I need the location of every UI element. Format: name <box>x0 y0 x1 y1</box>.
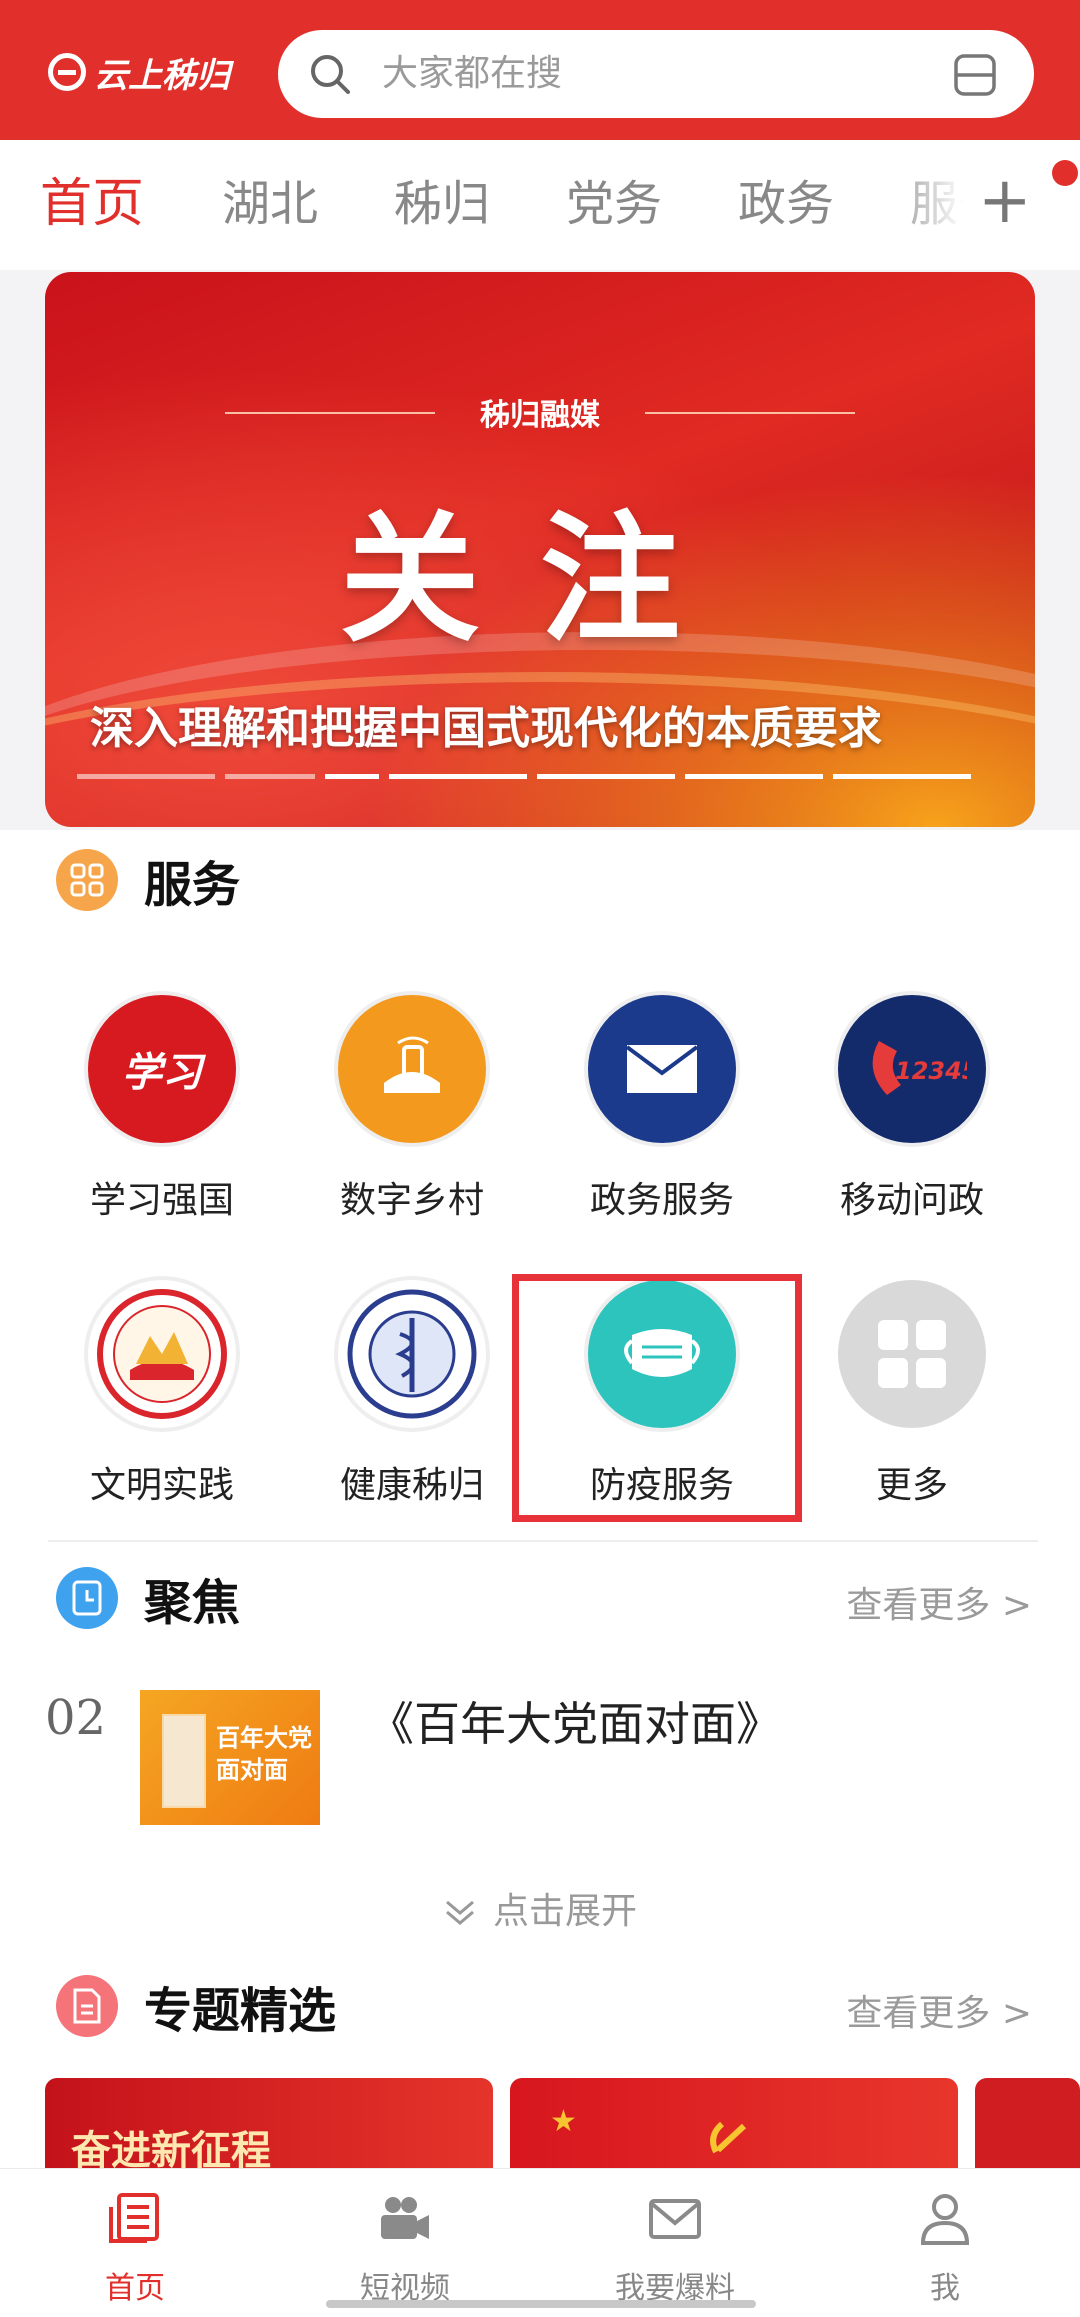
health-emblem-icon <box>338 1280 486 1428</box>
topic-card-title: 奋进新征程 <box>71 2127 271 2168</box>
service-health[interactable]: 健康秭归 <box>312 1280 512 1508</box>
item-rank: 02 <box>45 1690 107 1746</box>
expand-label: 点击展开 <box>492 1891 637 1932</box>
service-civilization[interactable]: 文明实践 <box>62 1280 262 1508</box>
search-icon <box>311 55 350 94</box>
service-label: 政务服务 <box>589 1180 734 1221</box>
channel-tabs: 首页 湖北 秭归 党务 政务 服务 + <box>0 140 1080 270</box>
carousel-dot[interactable] <box>225 774 315 779</box>
carousel-indicators <box>77 774 971 779</box>
double-chevron-down-icon <box>446 1900 474 1925</box>
nav-report[interactable]: 我要爆料 <box>575 2191 775 2307</box>
nav-label: 我 <box>930 2271 960 2306</box>
carousel-dot[interactable] <box>389 774 527 779</box>
bottom-navigation: 首页 短视频 我要爆料 我 <box>0 2168 1080 2317</box>
party-emblem-icon <box>710 2121 747 2154</box>
carousel-dot[interactable] <box>325 774 379 779</box>
nav-label: 首页 <box>105 2271 165 2306</box>
document-icon <box>56 1975 118 2037</box>
topics-title: 专题精选 <box>144 1983 337 2039</box>
search-bar[interactable]: 大家都在搜 <box>278 30 1034 118</box>
highlight-box <box>512 1274 802 1522</box>
apps-icon <box>56 849 118 911</box>
star-icon: ★ <box>550 2104 577 2139</box>
service-label: 移动问政 <box>839 1180 984 1221</box>
focus-header: 聚焦 <box>56 1566 241 1631</box>
grid-icon <box>838 1280 986 1428</box>
service-label: 学习强国 <box>89 1180 234 1221</box>
logo-e-icon <box>48 53 86 91</box>
thumbnail-text: 百年大党面对面 <box>216 1724 312 1784</box>
hotline-number: 12345 <box>895 1057 967 1085</box>
carousel-dot[interactable] <box>833 774 971 779</box>
mail-icon <box>588 995 736 1143</box>
expand-button[interactable]: 点击展开 <box>0 1882 1080 1934</box>
tab-party[interactable]: 党务 <box>566 172 662 236</box>
carousel-dot[interactable] <box>77 774 215 779</box>
service-label: 健康秭归 <box>339 1465 484 1506</box>
banner-carousel[interactable]: 秭归融媒 关注 深入理解和把握中国式现代化的本质要求 <box>45 272 1035 827</box>
services-header: 服务 <box>56 848 241 913</box>
topics-header: 专题精选 <box>56 1974 337 2039</box>
civilization-practice-icon <box>88 1280 236 1428</box>
services-title: 服务 <box>144 857 241 913</box>
focus-title: 聚焦 <box>144 1575 241 1631</box>
digital-village-icon <box>338 995 486 1143</box>
tab-hubei[interactable]: 湖北 <box>222 172 318 236</box>
service-label: 更多 <box>875 1465 948 1506</box>
banner-title: 关注 <box>339 498 740 662</box>
app-logo[interactable]: 云上秭归 <box>48 48 230 96</box>
service-more[interactable]: 更多 <box>812 1280 1012 1508</box>
carousel-dot[interactable] <box>537 774 675 779</box>
bookmark-clock-icon <box>56 1567 118 1629</box>
banner-caption: 深入理解和把握中国式现代化的本质要求 <box>90 703 882 754</box>
app-header: 云上秭归 大家都在搜 <box>0 0 1080 140</box>
topics-more-link[interactable]: 查看更多 > <box>846 1984 1032 2036</box>
banner-brand: 秭归融媒 <box>480 398 600 433</box>
envelope-icon <box>649 2199 701 2239</box>
topic-card[interactable] <box>975 2078 1080 2168</box>
home-doc-icon <box>109 2193 159 2243</box>
notification-dot <box>1052 160 1078 186</box>
add-channel-button[interactable]: + <box>978 166 1032 236</box>
service-label: 文明实践 <box>89 1465 234 1506</box>
service-digital-village[interactable]: 数字乡村 <box>312 995 512 1223</box>
scan-icon[interactable] <box>952 52 998 98</box>
tab-home[interactable]: 首页 <box>40 172 144 236</box>
home-indicator <box>326 2300 756 2308</box>
book-cover <box>162 1714 206 1808</box>
hotline-12345-icon: 12345 <box>838 995 986 1143</box>
service-xuexi[interactable]: 学习 学习强国 <box>62 995 262 1223</box>
section-divider <box>48 1540 1038 1542</box>
topic-card[interactable]: ★ <box>510 2078 958 2168</box>
service-government[interactable]: 政务服务 <box>562 995 762 1223</box>
item-title[interactable]: 《百年大党面对面》 <box>368 1688 782 1754</box>
item-thumbnail[interactable]: 百年大党面对面 <box>140 1690 320 1825</box>
xuexi-qiangguo-icon: 学习 <box>88 995 236 1143</box>
topic-card[interactable]: 奋进新征程 <box>45 2078 493 2168</box>
focus-more-link[interactable]: 查看更多 > <box>846 1576 1032 1628</box>
logo-text: 云上秭归 <box>94 55 230 96</box>
user-icon <box>920 2194 970 2245</box>
tab-zigui[interactable]: 秭归 <box>394 172 490 236</box>
nav-home[interactable]: 首页 <box>35 2191 235 2307</box>
search-placeholder: 大家都在搜 <box>382 53 563 94</box>
service-label: 数字乡村 <box>339 1180 484 1221</box>
nav-me[interactable]: 我 <box>845 2191 1045 2307</box>
video-camera-icon <box>381 2197 429 2239</box>
tab-government[interactable]: 政务 <box>738 172 834 236</box>
carousel-dot[interactable] <box>685 774 823 779</box>
service-mobile-inquiry[interactable]: 12345 移动问政 <box>812 995 1012 1223</box>
nav-short-video[interactable]: 短视频 <box>305 2191 505 2307</box>
